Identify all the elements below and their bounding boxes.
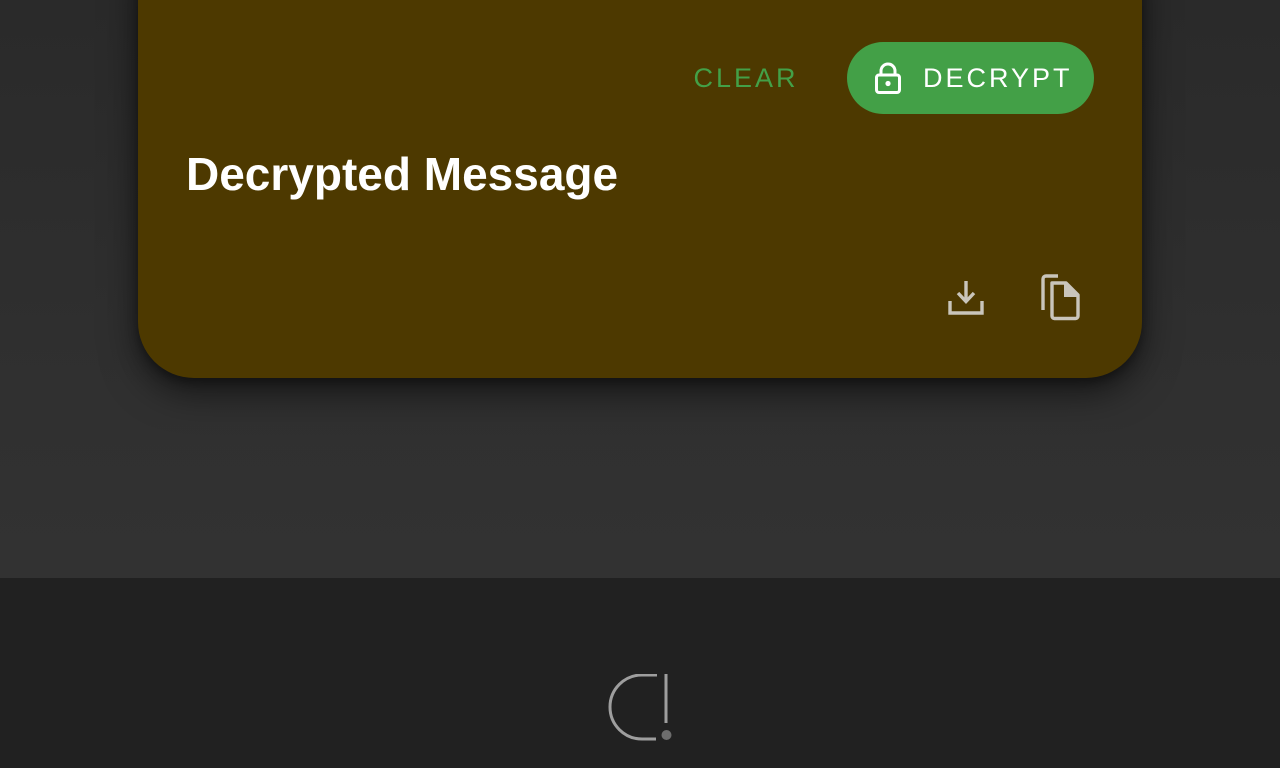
decrypt-card: CLEAR DECRYPT Decrypted Message [138,0,1142,378]
copy-icon [1041,274,1080,321]
decrypted-message-title: Decrypted Message [186,148,619,200]
decrypt-button[interactable]: DECRYPT [847,42,1094,114]
footer [0,578,1280,768]
clear-button[interactable]: CLEAR [678,42,814,114]
download-icon [948,281,984,315]
decrypt-button-label: DECRYPT [923,62,1073,93]
download-button[interactable] [938,270,994,326]
app-logo-icon [604,673,676,746]
lock-icon [873,61,903,95]
copy-button[interactable] [1033,270,1089,326]
app-page: CLEAR DECRYPT Decrypted Message [0,0,1280,768]
